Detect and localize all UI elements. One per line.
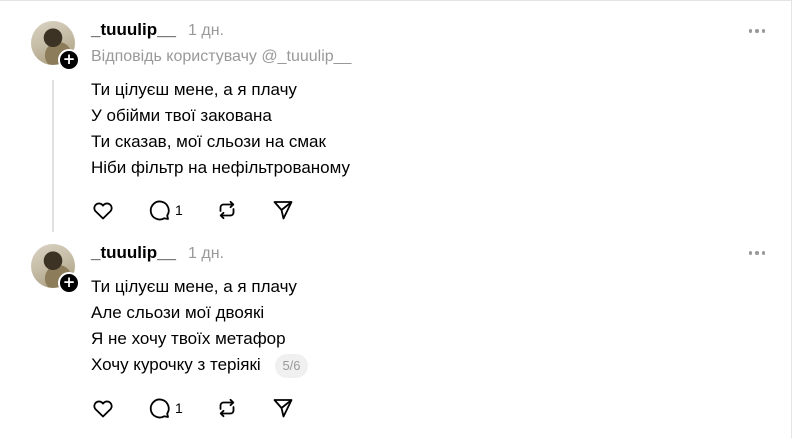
heart-icon — [93, 202, 113, 220]
more-dot — [755, 251, 759, 255]
post-text-line-with-counter: Хочу курочку з теріякі 5/6 — [91, 352, 308, 378]
send-icon — [273, 201, 293, 220]
comment-bubble-icon — [149, 200, 170, 221]
post-text-line: Ти сказав, мої сльози на смак — [91, 132, 326, 151]
share-button[interactable] — [271, 198, 295, 222]
post-actions: 1 — [91, 198, 327, 222]
comment-bubble-icon — [149, 398, 170, 419]
share-button[interactable] — [271, 396, 295, 420]
thread-post: + _tuuulip__ 1 дн. Ти цілуєш мене, а я п… — [0, 238, 792, 438]
follow-plus-icon[interactable]: + — [58, 272, 80, 294]
post-text-line: Ти цілуєш мене, а я плачу — [91, 277, 297, 296]
post-header: _tuuulip__ 1 дн. — [91, 243, 224, 265]
like-button[interactable] — [91, 198, 115, 222]
post-header: _tuuulip__ 1 дн. — [91, 20, 224, 42]
more-options-button[interactable] — [742, 243, 772, 263]
follow-plus-icon[interactable]: + — [58, 49, 80, 71]
reply-button[interactable]: 1 — [147, 396, 183, 420]
username[interactable]: _tuuulip__ — [91, 243, 176, 263]
reply-button[interactable]: 1 — [147, 198, 183, 222]
timestamp[interactable]: 1 дн. — [188, 22, 224, 40]
more-dot — [761, 29, 766, 33]
post-text-line: У обійми твої закована — [91, 106, 272, 125]
reply-count: 1 — [175, 400, 183, 416]
post-text-line: Але сльози мої двоякі — [91, 303, 265, 322]
thread-connector-line — [52, 80, 54, 232]
post-text-line: Я не хочу твоїх метафор — [91, 329, 286, 348]
username[interactable]: _tuuulip__ — [91, 20, 176, 40]
send-icon — [273, 399, 293, 418]
reply-to-label[interactable]: Відповідь користувачу @_tuuulip__ — [91, 48, 351, 66]
post-text: Ти цілуєш мене, а я плачу Але сльози мої… — [91, 274, 308, 378]
more-dot — [755, 29, 759, 33]
repost-button[interactable] — [215, 198, 239, 222]
more-dot — [761, 251, 766, 255]
reply-count: 1 — [175, 202, 183, 218]
more-options-button[interactable] — [742, 21, 772, 41]
post-text: Ти цілуєш мене, а я плачу У обійми твої … — [91, 77, 350, 181]
timestamp[interactable]: 1 дн. — [188, 245, 224, 263]
repost-icon — [219, 200, 235, 220]
repost-button[interactable] — [215, 396, 239, 420]
post-actions: 1 — [91, 396, 327, 420]
heart-icon — [93, 400, 113, 418]
post-text-line: Ти цілуєш мене, а я плачу — [91, 80, 297, 99]
post-text-line: Хочу курочку з теріякі — [91, 355, 261, 374]
repost-icon — [219, 398, 235, 418]
more-horizontal-icon — [748, 29, 753, 33]
more-horizontal-icon — [748, 251, 753, 255]
thread-post: + _tuuulip__ 1 дн. Відповідь користувачу… — [0, 0, 792, 238]
post-text-line: Ніби фільтр на нефільтрованому — [91, 158, 351, 177]
like-button[interactable] — [91, 396, 115, 420]
thread-page-counter: 5/6 — [275, 353, 308, 378]
